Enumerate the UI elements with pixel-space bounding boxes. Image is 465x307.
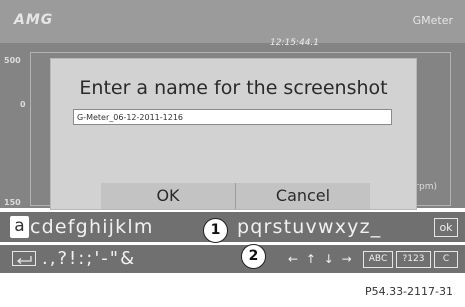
dialog-buttons: OK Cancel: [101, 183, 370, 209]
screenshot-name-field[interactable]: G-Meter_06-12-2011-1216: [73, 109, 392, 125]
letter-keys-left[interactable]: cdefghijklm: [30, 213, 154, 241]
symbol-keys[interactable]: .,?!:;'-"&: [42, 247, 136, 271]
character-bar-letters: a cdefghijklm pqrstuvwxyz_ ok: [0, 212, 465, 242]
back-key-icon[interactable]: [12, 251, 36, 266]
gmeter-screen: AMG GMeter 12:15:44.1 500 0 150 (rpm) En…: [0, 0, 465, 307]
cancel-button[interactable]: Cancel: [235, 183, 370, 209]
clear-key[interactable]: C: [434, 251, 458, 268]
axis-label-top: 500: [4, 56, 21, 65]
ok-button[interactable]: OK: [101, 183, 235, 209]
callout-1: 1: [203, 218, 228, 243]
figure-reference: P54.33-2117-31: [364, 285, 453, 298]
dialog-title: Enter a name for the screenshot: [79, 77, 388, 99]
underscore-key[interactable]: _: [371, 216, 382, 238]
character-bar-symbols: .,?!:;'-"& ← ↑ ↓ → ABC ?123 C: [0, 245, 465, 273]
top-bar: AMG GMeter: [0, 0, 465, 43]
axis-label-bottom: 150: [4, 198, 21, 207]
callout-2: 2: [241, 244, 266, 269]
app-title: GMeter: [412, 14, 453, 27]
screenshot-name-dialog: Enter a name for the screenshot G-Meter_…: [50, 58, 417, 210]
axis-label-mid: 0: [20, 100, 26, 109]
keyboard-ok-key[interactable]: ok: [434, 218, 458, 237]
letter-keys-right-text: pqrstuvwxyz: [237, 216, 371, 238]
time-readout: 12:15:44.1: [270, 38, 320, 48]
key-selected-letter[interactable]: a: [10, 216, 29, 238]
letter-keys-right[interactable]: pqrstuvwxyz_: [237, 213, 381, 241]
abc-key[interactable]: ABC: [363, 251, 393, 268]
numeric-key[interactable]: ?123: [396, 251, 431, 268]
amg-logo: AMG: [14, 12, 54, 28]
arrow-keys[interactable]: ← ↑ ↓ →: [288, 249, 354, 269]
